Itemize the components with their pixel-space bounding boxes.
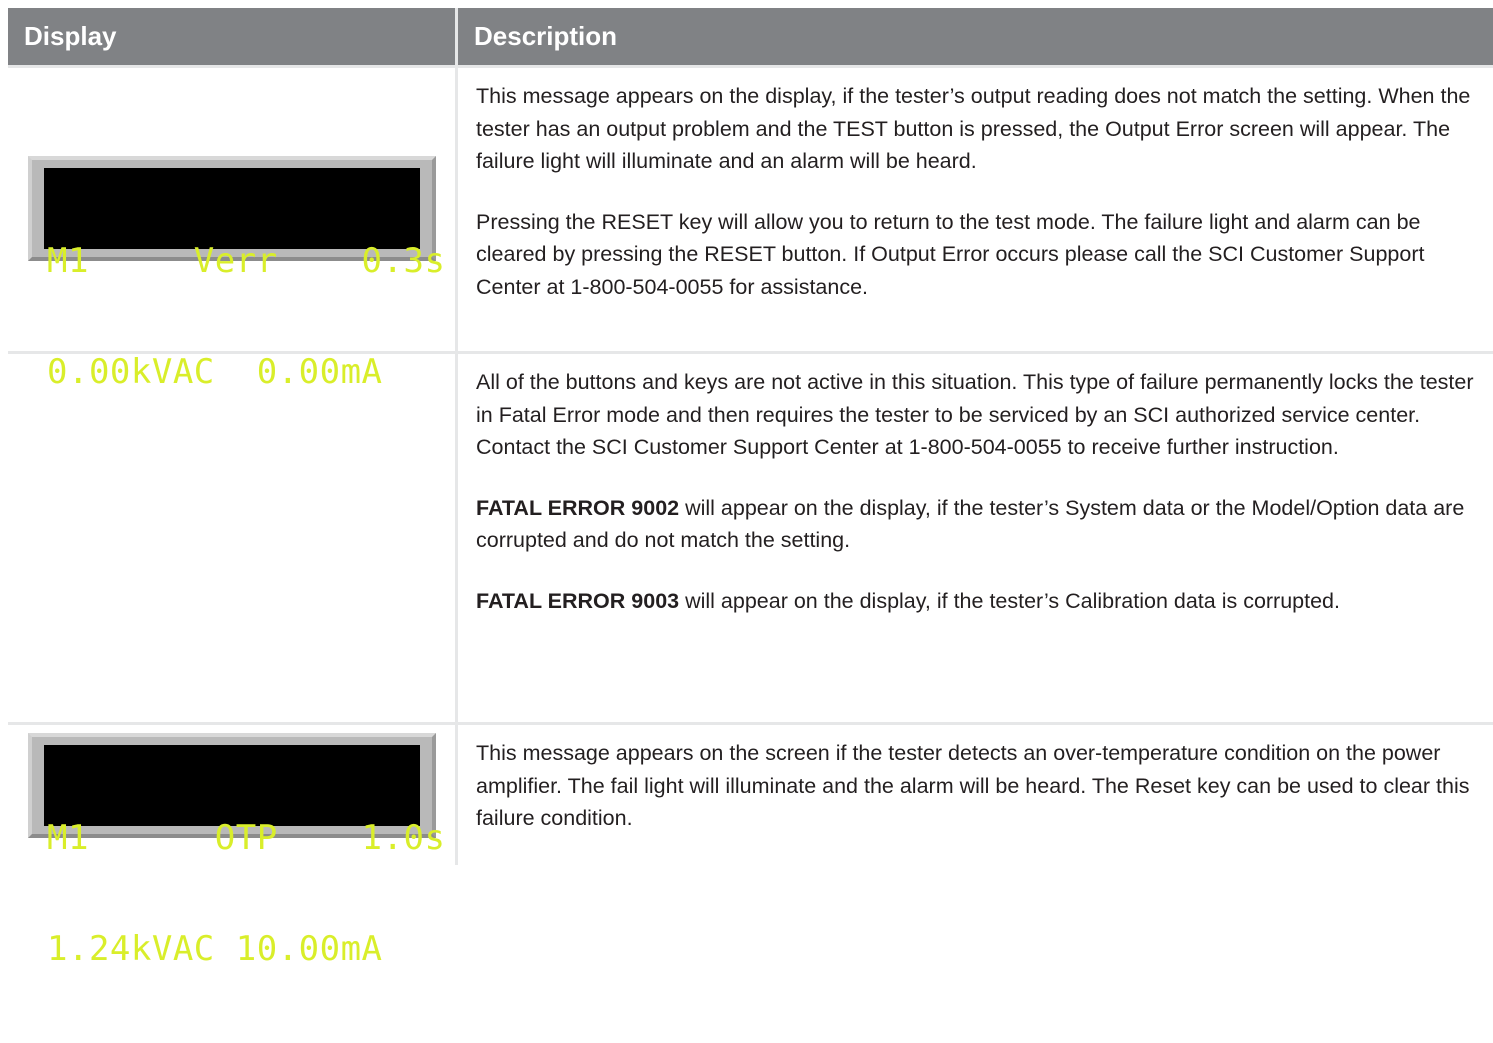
description-paragraph: This message appears on the display, if …: [476, 84, 1471, 173]
lcd-line-1: M1 Verr 0.3s: [47, 241, 446, 281]
description-paragraph: FATAL ERROR 9002 will appear on the disp…: [476, 495, 1465, 553]
header-display: Display: [8, 8, 458, 65]
description-paragraph: All of the buttons and keys are not acti…: [476, 370, 1474, 459]
display-cell: M1 OTP 1.0s 1.24kVAC 10.00mA: [8, 725, 458, 968]
display-cell: M1 Verr 0.3s 0.00kVAC 0.00mA: [8, 68, 458, 391]
lcd-screen: M1 Verr 0.3s 0.00kVAC 0.00mA: [44, 168, 445, 391]
lcd-display: M1 OTP 1.0s 1.24kVAC 10.00mA: [28, 733, 445, 968]
table-row: All of the buttons and keys are not acti…: [8, 354, 1493, 725]
header-description: Description: [474, 21, 618, 51]
error-code: FATAL ERROR 9003: [476, 588, 680, 613]
description-cell: All of the buttons and keys are not acti…: [458, 354, 1493, 722]
description-paragraph: FATAL ERROR 9003 will appear on the disp…: [476, 588, 1340, 613]
error-code: FATAL ERROR 9002: [476, 495, 680, 520]
description-cell: This message appears on the screen if th…: [458, 725, 1493, 865]
lcd-display: M1 Verr 0.3s 0.00kVAC 0.00mA: [28, 156, 445, 391]
description-cell: This message appears on the display, if …: [458, 68, 1493, 351]
lcd-line-1: M1 OTP 1.0s: [47, 818, 446, 858]
description-paragraph: This message appears on the screen if th…: [476, 741, 1470, 830]
display-cell: [8, 354, 458, 722]
table-row: M1 Verr 0.3s 0.00kVAC 0.00mA This messag…: [8, 68, 1493, 391]
table-header: Display Description: [8, 8, 1493, 68]
error-messages-table: Display Description M1 Verr 0.3s 0.00kVA…: [8, 8, 1493, 968]
lcd-line-2: 1.24kVAC 10.00mA: [47, 929, 383, 969]
lcd-screen: M1 OTP 1.0s 1.24kVAC 10.00mA: [44, 745, 445, 968]
description-paragraph: Pressing the RESET key will allow you to…: [476, 209, 1425, 299]
table-row: M1 OTP 1.0s 1.24kVAC 10.00mA This messag…: [8, 725, 1493, 968]
